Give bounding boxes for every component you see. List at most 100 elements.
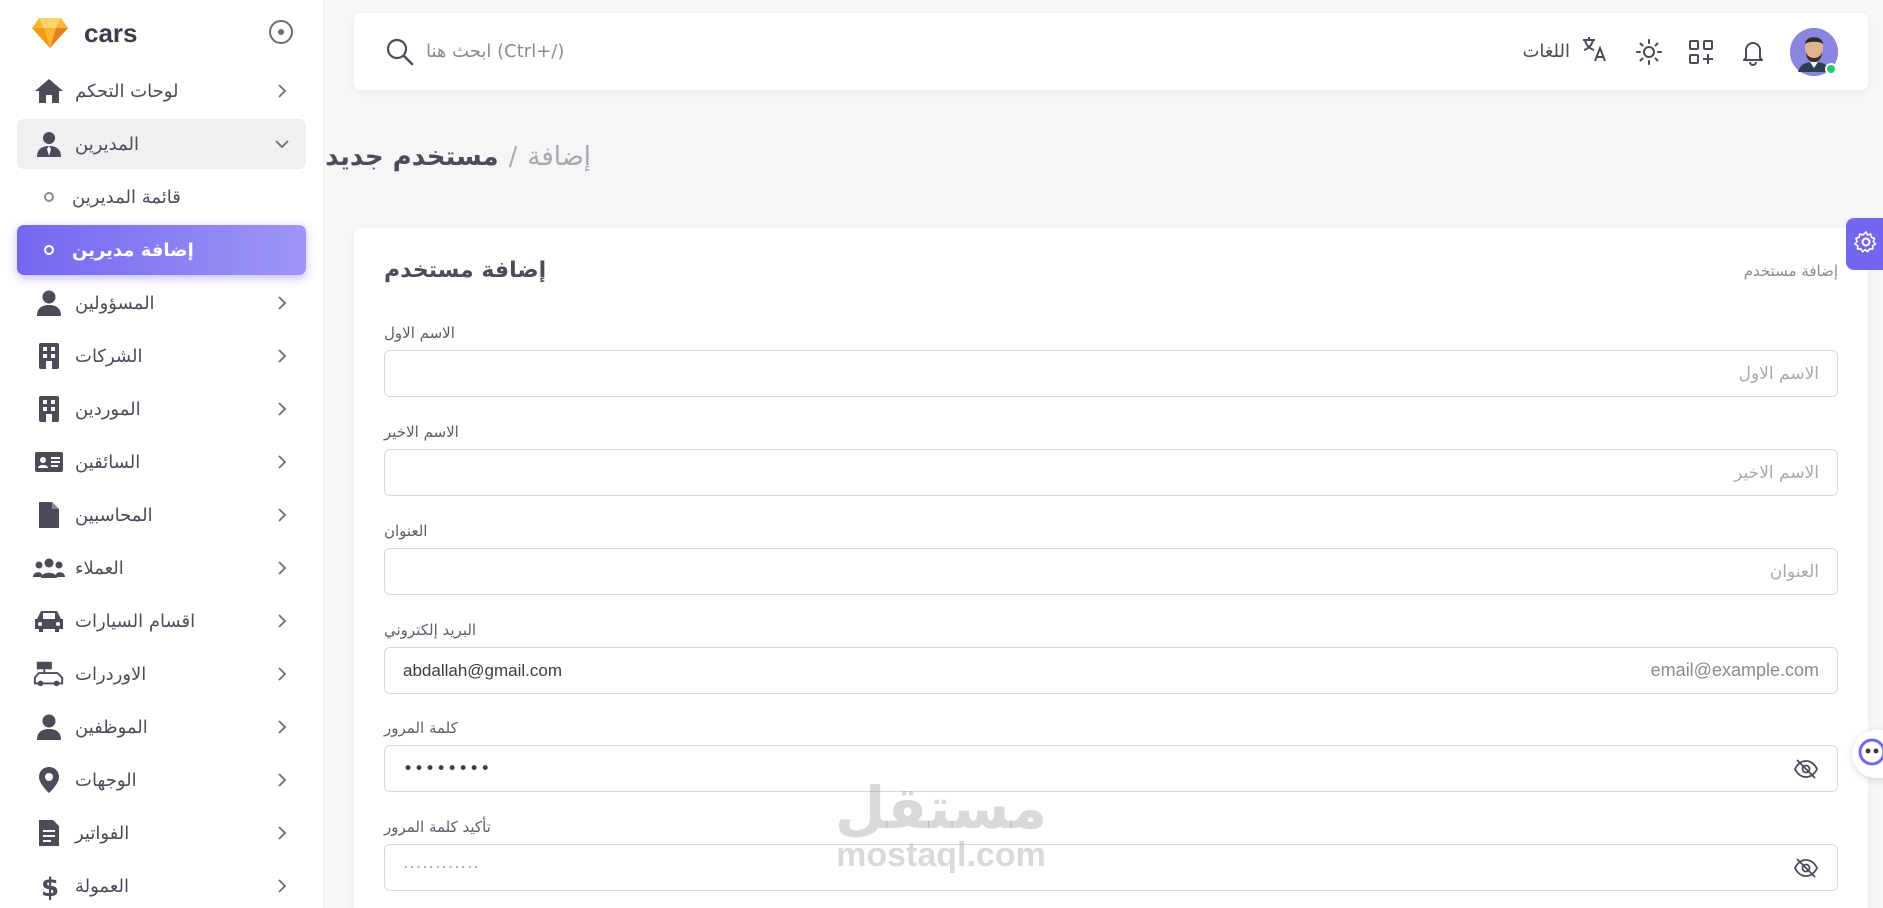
first-name-label: الاسم الاول — [384, 324, 455, 342]
sidebar-item-label: الموظفين — [75, 716, 148, 738]
watermark-latin: mostaql.com — [836, 836, 1046, 874]
sidebar-subitem-add-managers[interactable]: إضافة مديرين — [17, 225, 306, 275]
sidebar-item-commission[interactable]: $ العمولة — [17, 861, 306, 908]
sidebar-item-drivers[interactable]: السائقين — [17, 437, 306, 487]
confirm-password-label: تأكيد كلمة المرور — [384, 818, 491, 836]
sidebar-item-label: الموردين — [75, 398, 141, 420]
brand: cars — [0, 0, 323, 66]
rent-car-icon — [33, 658, 65, 690]
car-icon — [33, 605, 65, 637]
id-card-icon — [33, 446, 65, 478]
sidebar-toggle-icon[interactable] — [269, 20, 293, 44]
sidebar-item-orders[interactable]: الاوردرات — [17, 649, 306, 699]
sidebar-item-invoices[interactable]: الفواتير — [17, 808, 306, 858]
address-box — [384, 548, 1838, 595]
navbar-actions: اللغات — [1522, 27, 1838, 76]
sidebar-item-suppliers[interactable]: الموردين — [17, 384, 306, 434]
watermark-arabic: مستقل — [834, 774, 1048, 842]
address-label: العنوان — [384, 522, 428, 540]
sidebar-item-label: الفواتير — [75, 822, 130, 844]
chevron-right-icon — [274, 454, 290, 470]
last-name-label: الاسم الاخير — [384, 423, 459, 441]
last-name-box — [384, 449, 1838, 496]
email-hint: email@example.com — [1650, 660, 1819, 680]
diamond-logo-icon — [30, 16, 70, 50]
chevron-right-icon — [274, 666, 290, 682]
sidebar-item-car-categories[interactable]: اقسام السيارات — [17, 596, 306, 646]
top-navbar: اللغات — [354, 13, 1868, 90]
sidebar-item-companies[interactable]: الشركات — [17, 331, 306, 381]
sidebar-item-label: اقسام السيارات — [75, 610, 196, 632]
bell-icon[interactable] — [1738, 37, 1768, 67]
sidebar-item-label: العمولة — [75, 875, 130, 897]
email-group: البريد إلكتروني abdallah@gmail.com email… — [384, 621, 1838, 694]
first-name-box — [384, 350, 1838, 397]
sidebar-item-managers[interactable]: المديرين — [17, 119, 306, 169]
gear-icon — [1854, 230, 1878, 258]
last-name-input[interactable] — [403, 462, 1819, 483]
search-input[interactable] — [426, 41, 826, 62]
chevron-right-icon — [274, 719, 290, 735]
sidebar-item-label: لوحات التحكم — [75, 80, 179, 102]
location-icon — [33, 764, 65, 796]
sidebar-item-label: المديرين — [75, 133, 139, 155]
sidebar-item-admins[interactable]: المسؤولين — [17, 278, 306, 328]
chevron-right-icon — [274, 772, 290, 788]
user-icon — [33, 711, 65, 743]
password-value: •••••••• — [403, 758, 492, 779]
dollar-icon: $ — [33, 870, 65, 902]
sidebar-item-label: الوجهات — [75, 769, 137, 791]
first-name-input[interactable] — [403, 363, 1819, 384]
watermark: مستقل mostaql.com — [826, 778, 1056, 872]
search-icon[interactable] — [384, 36, 416, 68]
password-group: كلمة المرور •••••••• — [384, 719, 1838, 792]
chevron-right-icon — [274, 83, 290, 99]
avatar[interactable] — [1790, 27, 1838, 76]
add-user-card: إضافة مستخدم إضافة مستخدم الاسم الاول ال… — [354, 228, 1868, 908]
confirm-password-group: تأكيد كلمة المرور ············ — [384, 818, 1838, 891]
building-icon — [33, 340, 65, 372]
sidebar-item-label: الاوردرات — [75, 663, 147, 685]
breadcrumb-parent[interactable]: إضافة — [527, 142, 591, 172]
sidebar: cars لوحات التحكم المديرين قائمة المديري… — [0, 0, 324, 908]
eye-off-icon[interactable] — [1793, 756, 1819, 782]
invoice-icon — [33, 817, 65, 849]
email-field[interactable]: abdallah@gmail.com email@example.com — [384, 647, 1838, 694]
address-group: العنوان — [384, 522, 1838, 595]
email-label: البريد إلكتروني — [384, 621, 477, 639]
sidebar-item-label: المسؤولين — [75, 292, 155, 314]
chat-bot-icon — [1858, 738, 1883, 770]
sidebar-item-customers[interactable]: العملاء — [17, 543, 306, 593]
eye-off-icon[interactable] — [1793, 855, 1819, 881]
circle-icon — [44, 192, 54, 202]
chevron-right-icon — [274, 401, 290, 417]
breadcrumb-separator: / — [508, 142, 518, 172]
chevron-right-icon — [274, 825, 290, 841]
sidebar-item-accountants[interactable]: المحاسبين — [17, 490, 306, 540]
sidebar-item-destinations[interactable]: الوجهات — [17, 755, 306, 805]
sidebar-item-dashboards[interactable]: لوحات التحكم — [17, 66, 306, 116]
user-tie-icon — [33, 128, 65, 160]
translate-icon — [1580, 35, 1608, 68]
sidebar-item-employees[interactable]: الموظفين — [17, 702, 306, 752]
brand-name: cars — [84, 17, 138, 48]
building-icon — [33, 393, 65, 425]
address-input[interactable] — [403, 561, 1819, 582]
sidebar-nav: لوحات التحكم المديرين قائمة المديرين إضا… — [0, 66, 323, 908]
chevron-right-icon — [274, 560, 290, 576]
chevron-right-icon — [274, 878, 290, 894]
svg-text:$: $ — [41, 873, 59, 900]
password-field[interactable]: •••••••• — [384, 745, 1838, 792]
confirm-password-field[interactable]: ············ — [384, 844, 1838, 891]
apps-add-icon[interactable] — [1686, 37, 1716, 67]
chevron-right-icon — [274, 348, 290, 364]
users-icon — [33, 552, 65, 584]
circle-icon — [44, 245, 54, 255]
sidebar-subitem-managers-list[interactable]: قائمة المديرين — [17, 172, 306, 222]
user-icon — [33, 287, 65, 319]
sun-icon[interactable] — [1634, 37, 1664, 67]
customizer-toggle-button[interactable] — [1846, 218, 1883, 270]
language-selector[interactable]: اللغات — [1522, 35, 1608, 68]
language-label: اللغات — [1522, 41, 1570, 62]
first-name-group: الاسم الاول — [384, 324, 1838, 397]
